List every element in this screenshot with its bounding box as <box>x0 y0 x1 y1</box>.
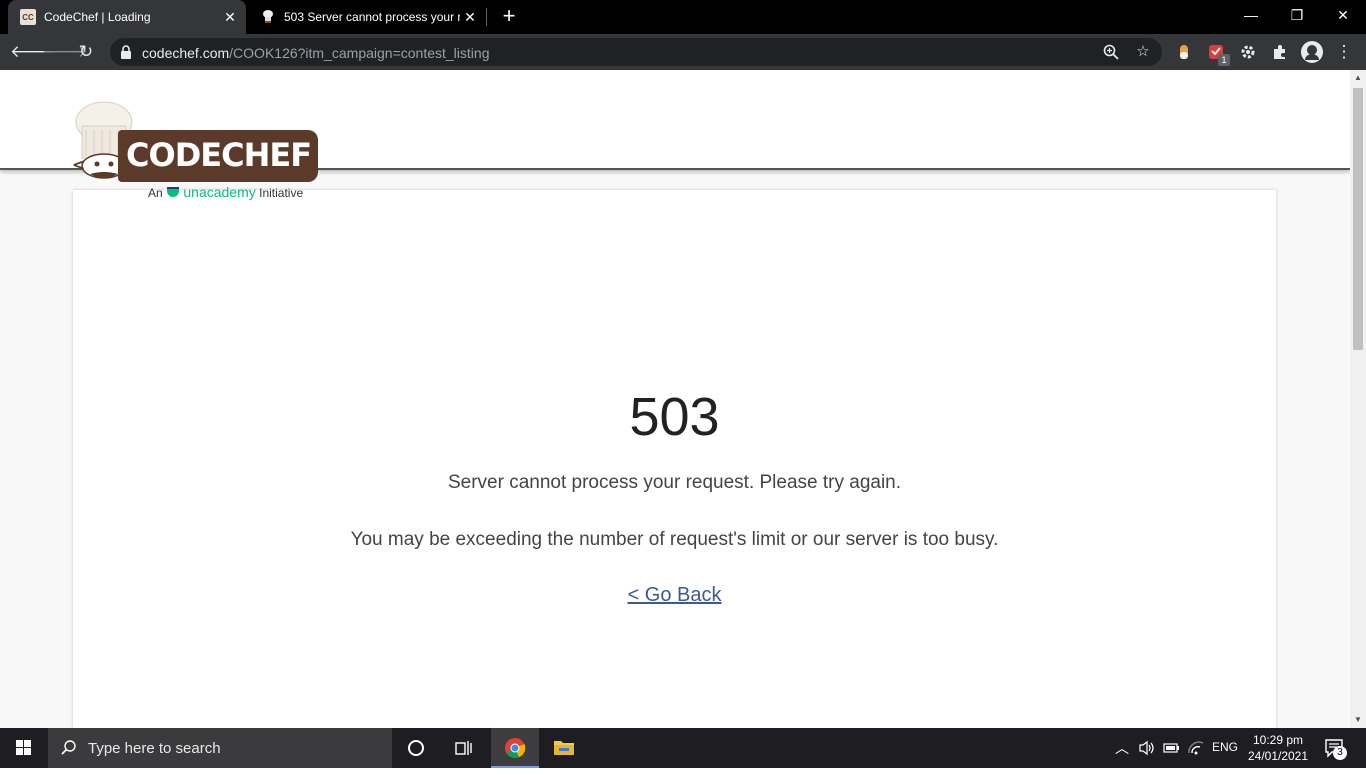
error-card: 503 Server cannot process your request. … <box>73 190 1276 728</box>
codechef-logo[interactable]: < > CODECHEF An unacademy Initiative <box>72 100 322 200</box>
menu-kebab-icon[interactable]: ⋮ <box>1332 40 1356 64</box>
tab-codechef[interactable]: CC CodeChef | Loading ✕ <box>8 0 246 34</box>
back-arrow-icon[interactable]: 🡐 <box>10 40 56 64</box>
extensions-puzzle-icon[interactable] <box>1271 43 1289 61</box>
vertical-scrollbar[interactable]: ▲ ▼ <box>1350 70 1366 728</box>
page-viewport: 503 Server cannot process your request. … <box>0 70 1350 728</box>
start-button[interactable] <box>0 728 48 768</box>
scroll-up-arrow-icon[interactable]: ▲ <box>1350 70 1366 86</box>
chrome-taskbar-button[interactable] <box>491 728 539 768</box>
cortana-button[interactable] <box>392 728 440 768</box>
notification-count-badge: 3 <box>1333 746 1347 760</box>
url-text: codechef.com/COOK126?itm_campaign=contes… <box>142 45 489 61</box>
task-view-button[interactable] <box>440 728 488 768</box>
scrollbar-thumb[interactable] <box>1353 88 1363 350</box>
extension-capsule-icon[interactable] <box>1175 43 1193 61</box>
tab-separator <box>486 8 487 26</box>
address-bar[interactable]: codechef.com/COOK126?itm_campaign=contes… <box>110 38 1162 66</box>
error-detail: You may be exceeding the number of reque… <box>350 529 999 550</box>
clock-date: 24/01/2021 <box>1247 749 1309 763</box>
search-icon <box>61 740 76 755</box>
close-window-button[interactable]: ✕ <box>1320 0 1366 30</box>
gear-icon[interactable] <box>1239 43 1257 61</box>
error-message: Server cannot process your request. Plea… <box>447 472 902 493</box>
folder-icon <box>554 741 574 755</box>
logo-text: CODECHEF <box>126 136 312 174</box>
task-view-icon <box>455 741 472 755</box>
new-tab-button[interactable]: + <box>499 5 519 29</box>
browser-title-bar: CC CodeChef | Loading ✕ 503 Server canno… <box>0 0 1366 34</box>
taskbar-search-box[interactable]: Type here to search <box>48 728 392 768</box>
browser-toolbar: 🡐 🡒 ↻ codechef.com/COOK126?itm_campaign=… <box>0 34 1366 70</box>
volume-icon[interactable] <box>1138 740 1156 756</box>
minimize-button[interactable]: — <box>1228 0 1274 30</box>
logo-tagline: An unacademy Initiative <box>148 184 303 200</box>
windows-taskbar: Type here to search ︿ ENG 10:29 pm 24/01… <box>0 728 1366 768</box>
lock-icon <box>121 45 131 59</box>
profile-avatar[interactable] <box>1300 40 1324 64</box>
cortana-circle-icon <box>408 740 424 756</box>
clock-time: 10:29 pm <box>1252 733 1304 747</box>
unacademy-icon <box>167 187 180 197</box>
go-back-link[interactable]: < Go Back <box>73 584 1276 607</box>
extension-badge: 1 <box>1218 54 1230 66</box>
error-code: 503 <box>629 387 720 447</box>
battery-icon[interactable] <box>1162 740 1180 756</box>
tray-overflow-chevron-icon[interactable]: ︿ <box>1115 738 1129 758</box>
system-clock[interactable]: 10:29 pm 24/01/2021 <box>1236 732 1320 764</box>
wifi-icon[interactable] <box>1187 740 1205 756</box>
forward-arrow-icon[interactable]: 🡒 <box>42 40 88 64</box>
chef-hat-favicon-icon <box>260 9 276 25</box>
svg-text:<: < <box>72 155 85 174</box>
windows-logo-icon <box>16 740 31 755</box>
tab-503-error[interactable]: 503 Server cannot process your r ✕ <box>250 0 486 34</box>
chrome-icon <box>505 738 526 759</box>
tagline-brand: unacademy <box>183 184 256 200</box>
reload-icon[interactable]: ↻ <box>74 40 98 64</box>
zoom-icon[interactable] <box>1102 43 1120 61</box>
tab-title: CodeChef | Loading <box>44 10 151 24</box>
url-domain: codechef.com <box>142 45 230 61</box>
search-placeholder: Type here to search <box>88 740 221 757</box>
bookmark-star-icon[interactable]: ☆ <box>1134 43 1152 61</box>
language-indicator[interactable]: ENG <box>1212 740 1238 754</box>
tab-title: 503 Server cannot process your r <box>284 10 460 24</box>
close-tab-icon[interactable]: ✕ <box>460 9 480 26</box>
file-explorer-button[interactable] <box>540 728 588 768</box>
tagline-prefix: An <box>148 186 163 200</box>
codechef-favicon-icon: CC <box>20 9 36 25</box>
url-path: /COOK126?itm_campaign=contest_listing <box>229 45 490 61</box>
restore-button[interactable]: ❐ <box>1274 0 1320 30</box>
scroll-down-arrow-icon[interactable]: ▼ <box>1350 712 1366 728</box>
close-tab-icon[interactable]: ✕ <box>220 9 240 26</box>
tagline-suffix: Initiative <box>259 186 304 200</box>
